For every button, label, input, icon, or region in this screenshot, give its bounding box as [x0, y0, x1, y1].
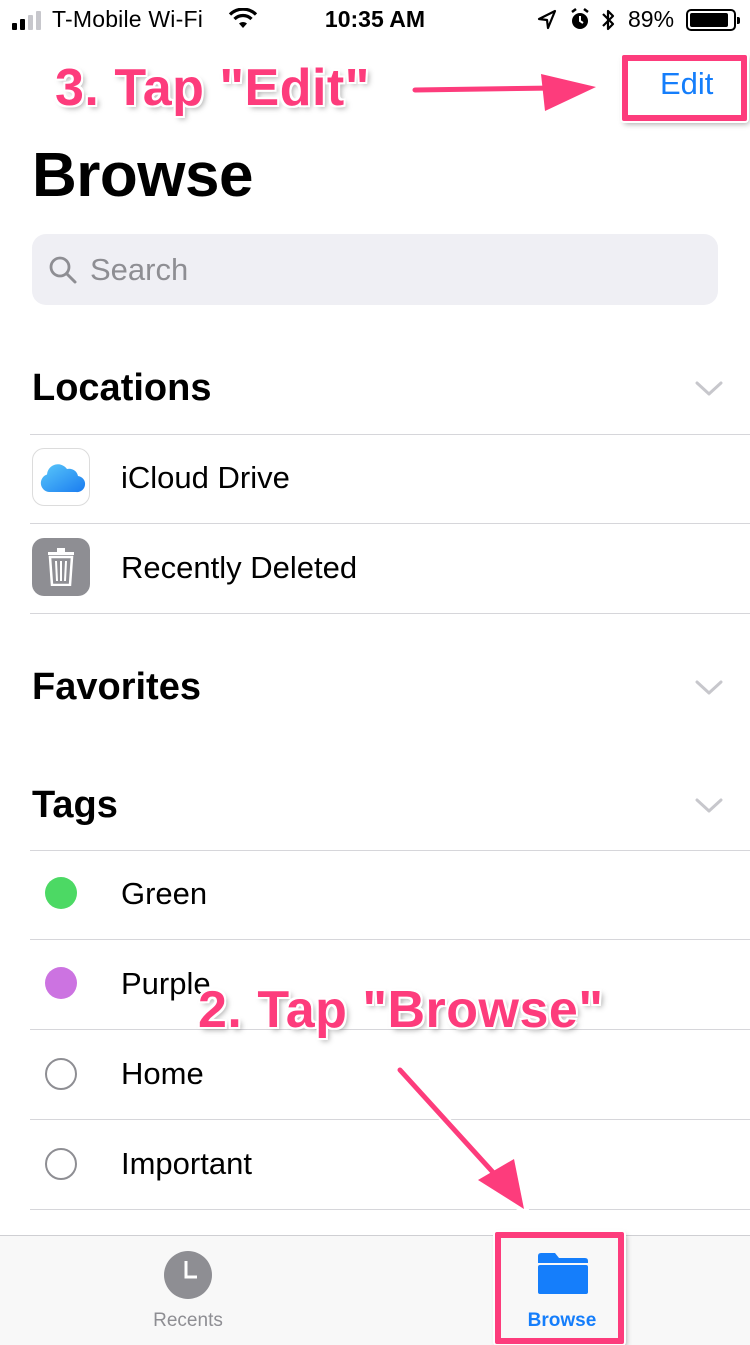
annotation-step3-label: 3. Tap "Edit" — [55, 59, 370, 117]
annotation-arrows — [395, 67, 603, 1216]
annotation-step2-label: 2. Tap "Browse" — [198, 981, 604, 1039]
annotation-highlight-browse — [495, 1232, 624, 1344]
annotation-highlight-edit — [622, 55, 747, 121]
